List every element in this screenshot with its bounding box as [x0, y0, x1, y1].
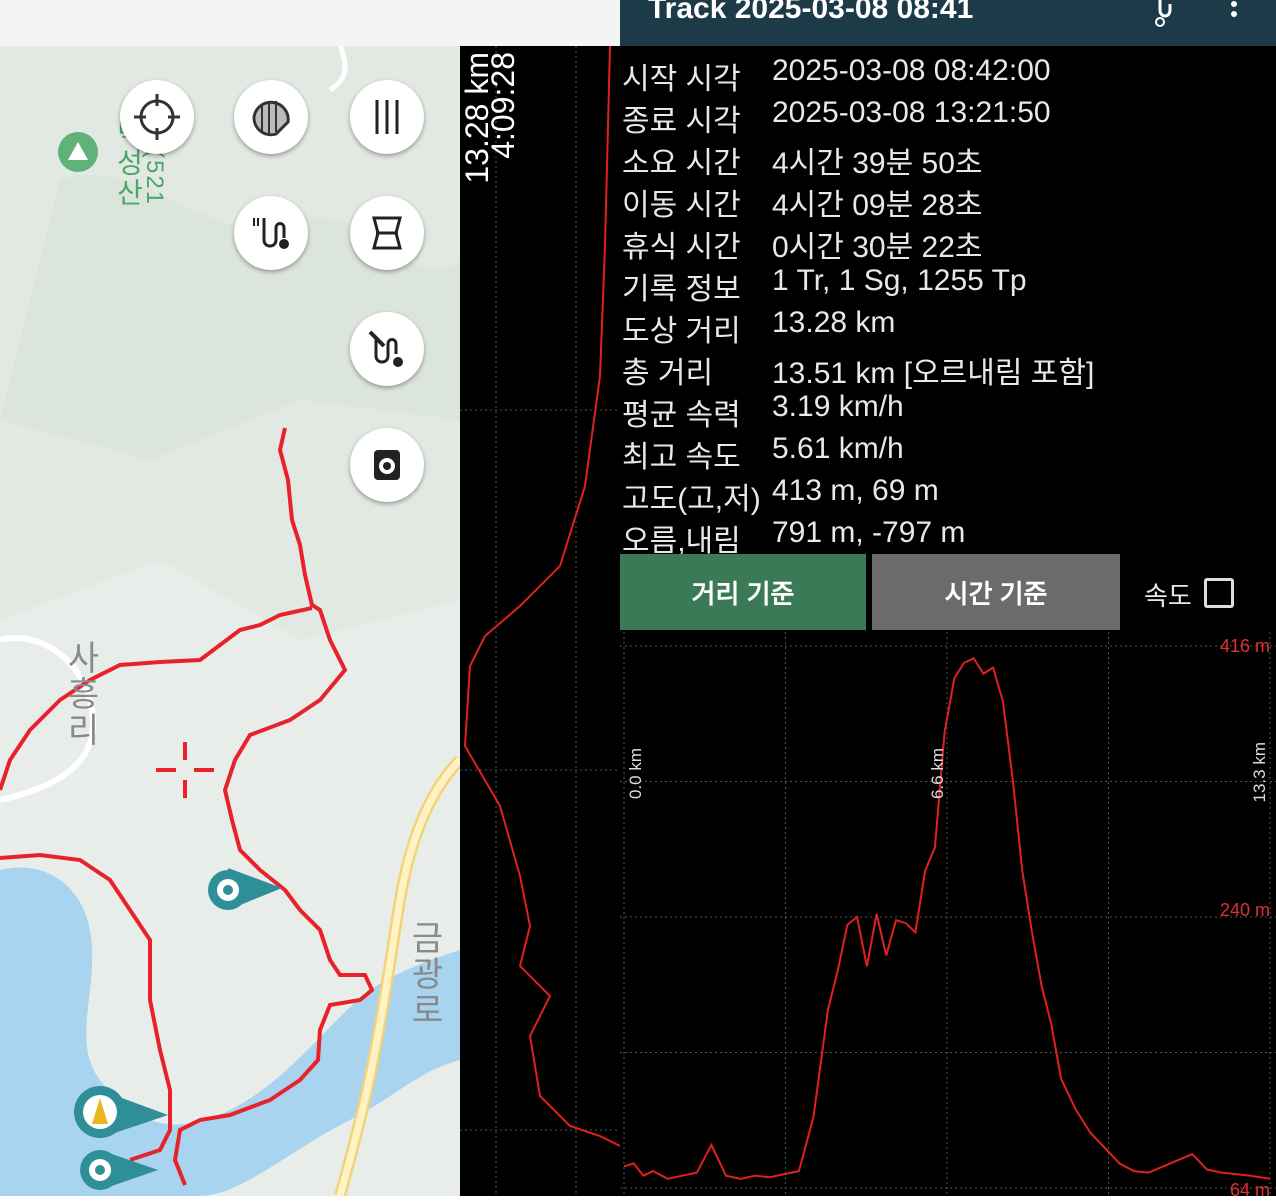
- camera-button[interactable]: [350, 428, 424, 502]
- info-value: 791 m, -797 m: [772, 516, 966, 549]
- info-row-avg-speed: 평균 속력 3.19 km/h: [620, 390, 1260, 432]
- scroll-icon: [372, 216, 402, 250]
- y-tick-label-mid: 240 m: [1219, 900, 1270, 920]
- info-key: 총 거리: [622, 357, 714, 390]
- map-canvas: [0, 45, 460, 1196]
- speed-label: 속도: [1144, 581, 1192, 611]
- bars-icon: [375, 100, 399, 134]
- vstrip-labels: 13.28 km 4:09:28: [459, 52, 521, 192]
- village-label: 사흥리: [61, 640, 99, 748]
- vstrip-duration: 4:09:28: [485, 52, 521, 159]
- info-row-ascent-descent: 오름,내림 791 m, -797 m: [620, 516, 1260, 558]
- y-tick-label-top: 416 m: [1219, 636, 1270, 656]
- info-value: 13.28 km: [772, 306, 896, 339]
- map-layer-icon: [252, 100, 290, 137]
- x-tick-label-mid: 6.6 km: [928, 748, 947, 800]
- info-value: 413 m, 69 m: [772, 474, 939, 507]
- y-tick-label-bottom: 64 m: [1229, 1180, 1270, 1200]
- info-value: 2025-03-08 13:21:50: [772, 96, 1051, 129]
- time-basis-button[interactable]: 시간 기준: [872, 554, 1120, 630]
- info-row-moving: 이동 시간 4시간 09분 28초: [620, 180, 1260, 222]
- info-row-start: 시작 시각 2025-03-08 08:42:00: [620, 54, 1260, 96]
- track-list-button[interactable]: [234, 196, 308, 270]
- info-row-map-distance: 도상 거리 13.28 km: [620, 306, 1260, 348]
- track-path-2: [0, 606, 313, 791]
- info-key: 도상 거리: [622, 315, 741, 348]
- more-options-button[interactable]: [1224, 0, 1244, 26]
- info-value: 5.61 km/h: [772, 432, 904, 465]
- route-edit-button[interactable]: [350, 312, 424, 386]
- route-icon: [1155, 0, 1172, 27]
- kebab-menu-icon: [1231, 1, 1237, 17]
- info-key: 고도(고,저): [622, 483, 761, 516]
- info-value: 2025-03-08 08:42:00: [772, 54, 1051, 87]
- menu-button[interactable]: [350, 80, 424, 154]
- info-key: 기록 정보: [622, 273, 741, 306]
- info-key: 종료 시각: [622, 105, 741, 138]
- crosshair-icon: [134, 94, 180, 140]
- info-row-altitude: 고도(고,저) 413 m, 69 m: [620, 474, 1260, 516]
- info-value: 0시간 30분 22초: [772, 231, 983, 264]
- info-key: 이동 시간: [622, 189, 741, 222]
- peak-altitude-label: (521: [141, 150, 168, 207]
- speed-checkbox[interactable]: [1204, 578, 1234, 608]
- road-label: 금광로: [405, 920, 443, 1028]
- map-top-strip: [0, 0, 620, 46]
- info-key: 휴식 시간: [622, 231, 741, 264]
- layer-button[interactable]: [234, 80, 308, 154]
- info-row-rest: 휴식 시간 0시간 30분 22초: [620, 222, 1260, 264]
- track-info-panel: 시작 시각 2025-03-08 08:42:00 종료 시각 2025-03-08…: [620, 46, 1276, 632]
- center-crosshair: [156, 742, 214, 798]
- x-tick-label-start: 0.0 km: [626, 748, 645, 800]
- info-row-elapsed: 소요 시간 4시간 39분 50초: [620, 138, 1260, 180]
- route-edit-icon: [368, 330, 403, 367]
- distance-basis-button[interactable]: 거리 기준: [620, 554, 866, 630]
- map-view[interactable]: 덕성산 (521 사흥리 금광로: [0, 0, 460, 1196]
- x-tick-label-end: 13.3 km: [1250, 742, 1269, 803]
- info-key: 최고 속도: [622, 441, 741, 474]
- info-key: 소요 시간: [622, 147, 741, 180]
- info-value: 13.51 km [오르내림 포함]: [772, 357, 1095, 390]
- info-value: 4시간 09분 28초: [772, 189, 983, 222]
- info-row-max-speed: 최고 속도 5.61 km/h: [620, 432, 1260, 474]
- locate-button[interactable]: [120, 80, 194, 154]
- vertical-profile-strip: [460, 46, 620, 1196]
- vertical-profile-plot: [460, 46, 620, 1196]
- track-route-button[interactable]: [1150, 0, 1180, 30]
- info-value: 1 Tr, 1 Sg, 1255 Tp: [772, 264, 1027, 297]
- info-value: 3.19 km/h: [772, 390, 904, 423]
- info-key: 시작 시각: [622, 63, 741, 96]
- elevation-chart[interactable]: 416 m 240 m 64 m 0.0 km 6.6 km 13.3 km: [620, 632, 1276, 1200]
- route-icon: [253, 218, 289, 249]
- elevation-chart-plot: [620, 632, 1276, 1196]
- info-row-total-distance: 총 거리 13.51 km [오르내림 포함]: [620, 348, 1260, 390]
- photo-marker-1: [208, 868, 282, 910]
- info-key: 평균 속력: [622, 399, 741, 432]
- header-title: Track 2025-03-08 08:41: [648, 0, 974, 25]
- info-value: 4시간 39분 50초: [772, 147, 983, 180]
- map-scroll-button[interactable]: [350, 196, 424, 270]
- info-row-end: 종료 시각 2025-03-08 13:21:50: [620, 96, 1260, 138]
- camera-icon: [374, 450, 400, 480]
- info-row-record: 기록 정보 1 Tr, 1 Sg, 1255 Tp: [620, 264, 1260, 306]
